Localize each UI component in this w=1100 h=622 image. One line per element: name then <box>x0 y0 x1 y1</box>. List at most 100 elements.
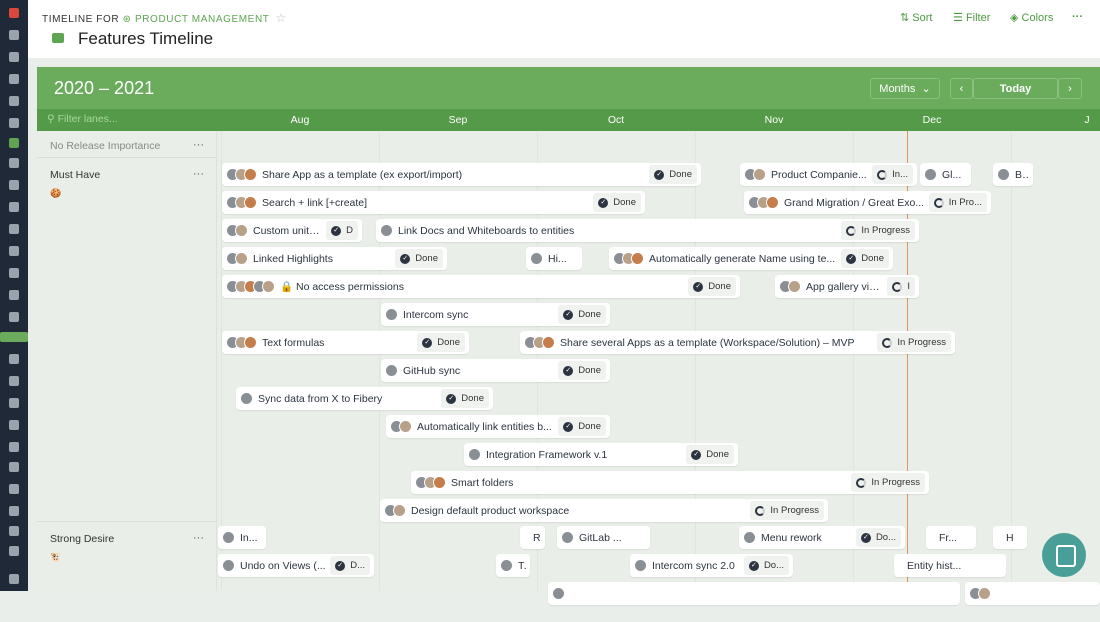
timeline-card[interactable]: Fr... <box>926 526 976 549</box>
status-badge: In Progress <box>750 501 824 520</box>
sidebar-item-icon[interactable] <box>9 8 19 18</box>
timeline-card[interactable]: Text formulas ✓ Done <box>222 331 469 354</box>
timeline-card[interactable]: Sync data from X to Fibery ✓ Done <box>236 387 493 410</box>
timeline-card[interactable]: R <box>520 526 545 549</box>
avatar <box>766 196 779 209</box>
sidebar-item-icon[interactable] <box>9 138 19 148</box>
lane-strong-desire[interactable]: Strong Desire ··· 🐮 <box>37 522 216 622</box>
timeline-card[interactable]: GitLab ... <box>557 526 650 549</box>
timeline-card[interactable]: Share several Apps as a template (Worksp… <box>520 331 955 354</box>
space-link[interactable]: ⊛ PRODUCT MANAGEMENT <box>123 14 270 25</box>
timeline-card[interactable]: Intercom sync 2.0 ✓ Do... <box>630 554 793 577</box>
timeline-card[interactable]: App gallery via... I <box>775 275 919 298</box>
card-title: B... <box>1015 168 1029 181</box>
timeline-card[interactable]: In... <box>218 526 266 549</box>
sidebar-item-icon[interactable] <box>9 30 19 40</box>
sidebar-item-icon[interactable] <box>9 74 19 84</box>
timeline-card[interactable]: Gl... <box>920 163 971 186</box>
lane-more-button[interactable]: ··· <box>193 532 204 544</box>
sidebar-item-icon[interactable] <box>9 526 19 536</box>
status-label: In Progress <box>897 337 946 348</box>
timeline-card[interactable]: B... <box>993 163 1033 186</box>
sidebar-item-icon[interactable] <box>9 202 19 212</box>
scale-select[interactable]: Months ⌄ <box>870 78 940 99</box>
progress-icon <box>846 225 857 236</box>
sidebar-item-icon[interactable] <box>9 246 19 256</box>
timeline-card[interactable] <box>548 582 960 605</box>
sidebar-item-icon[interactable] <box>9 268 19 278</box>
sidebar-item-icon[interactable] <box>9 506 19 516</box>
sidebar-item-icon[interactable] <box>9 158 19 168</box>
sort-button[interactable]: ⇅ Sort <box>900 11 932 24</box>
card-title: Smart folders <box>451 476 514 489</box>
timeline-card[interactable]: GitHub sync ✓ Done <box>381 359 610 382</box>
timeline-card[interactable]: Intercom sync ✓ Done <box>381 303 610 326</box>
sidebar-item-icon[interactable] <box>9 376 19 386</box>
status-label: Done <box>706 449 729 460</box>
timeline-card[interactable]: Hi... <box>526 247 582 270</box>
chat-support-button[interactable] <box>1042 533 1086 577</box>
star-icon[interactable]: ☆ <box>275 11 286 25</box>
colors-button[interactable]: ◈ Colors <box>1010 11 1053 24</box>
avatar <box>997 168 1010 181</box>
status-badge: ✓ D... <box>330 556 370 575</box>
sidebar-item-icon[interactable] <box>9 96 19 106</box>
timeline-card[interactable]: Smart folders In Progress <box>411 471 929 494</box>
timeline-card[interactable] <box>965 582 1100 605</box>
sidebar-item-icon[interactable] <box>9 462 19 472</box>
filter-icon: ☰ <box>953 12 963 24</box>
timeline-card[interactable]: Product Companie... In... <box>740 163 917 186</box>
timeline-card[interactable]: H <box>993 526 1027 549</box>
timeline-card[interactable]: Undo on Views (... ✓ D... <box>218 554 374 577</box>
lane-must-have[interactable]: Must Have ··· 🍪 <box>37 158 216 522</box>
check-circle-icon: ✓ <box>693 281 704 292</box>
timeline-card[interactable]: Share App as a template (ex export/impor… <box>222 163 701 186</box>
timeline-card[interactable]: Automatically link entities b... ✓ Done <box>386 415 610 438</box>
sidebar-item-icon[interactable] <box>9 442 19 452</box>
lane-no-release[interactable]: No Release Importance ··· <box>37 131 216 158</box>
avatar <box>244 168 257 181</box>
timeline-card[interactable]: Automatically generate Name using te... ✓… <box>609 247 893 270</box>
filter-lanes-input[interactable]: ⚲ Filter lanes... <box>47 113 118 125</box>
avatar <box>924 168 937 181</box>
timeline-card[interactable]: T... <box>496 554 530 577</box>
sidebar-item-icon[interactable] <box>9 312 19 322</box>
timeline-card[interactable]: Grand Migration / Great Exo... In Pro... <box>744 191 991 214</box>
sidebar-item-icon[interactable] <box>9 118 19 128</box>
timeline-card[interactable]: Menu rework ✓ Do... <box>739 526 905 549</box>
timeline-card[interactable]: Design default product workspace In Progr… <box>380 499 828 522</box>
card-title: Gl... <box>942 168 962 181</box>
filter-label: Filter <box>965 12 991 24</box>
timeline-card[interactable]: Custom units i... ✓ D <box>222 219 362 242</box>
avatar <box>468 448 481 461</box>
sidebar-item-icon[interactable] <box>9 180 19 190</box>
sidebar-item-icon[interactable] <box>9 354 19 364</box>
timeline-card[interactable]: Entity hist... <box>894 554 1006 577</box>
next-button[interactable]: › <box>1058 78 1082 99</box>
lane-more-button[interactable]: ··· <box>193 139 204 151</box>
filter-button[interactable]: ☰ Filter <box>953 11 990 24</box>
timeline-card[interactable]: Integration Framework v.1 ✓ Done <box>464 443 738 466</box>
prev-button[interactable]: ‹ <box>950 78 973 99</box>
timeline-card[interactable]: Search + link [+create] ✓ Done <box>222 191 645 214</box>
sidebar-item-icon[interactable] <box>9 484 19 494</box>
sort-label: Sort <box>912 12 933 24</box>
sidebar-item-icon[interactable] <box>9 398 19 408</box>
timeline-card[interactable]: Link Docs and Whiteboards to entities In … <box>376 219 919 242</box>
sidebar-item-icon[interactable] <box>9 546 19 556</box>
sidebar-item-icon[interactable] <box>9 290 19 300</box>
sidebar-item-icon[interactable] <box>9 224 19 234</box>
more-button[interactable]: ··· <box>1072 11 1083 23</box>
sidebar-item-icon[interactable] <box>0 332 28 342</box>
lane-more-button[interactable]: ··· <box>193 168 204 180</box>
sidebar-item-icon[interactable] <box>9 574 19 584</box>
sidebar-item-icon[interactable] <box>9 52 19 62</box>
timeline-card[interactable]: Linked Highlights ✓ Done <box>222 247 447 270</box>
card-title: GitHub sync <box>403 364 461 377</box>
status-label: Done <box>708 281 731 292</box>
today-button[interactable]: Today <box>973 78 1058 99</box>
status-badge: ✓ D <box>326 221 358 240</box>
timeline-view-icon <box>52 33 64 43</box>
timeline-card[interactable]: 🔒 No access permissions ✓ Done <box>222 275 740 298</box>
sidebar-item-icon[interactable] <box>9 420 19 430</box>
